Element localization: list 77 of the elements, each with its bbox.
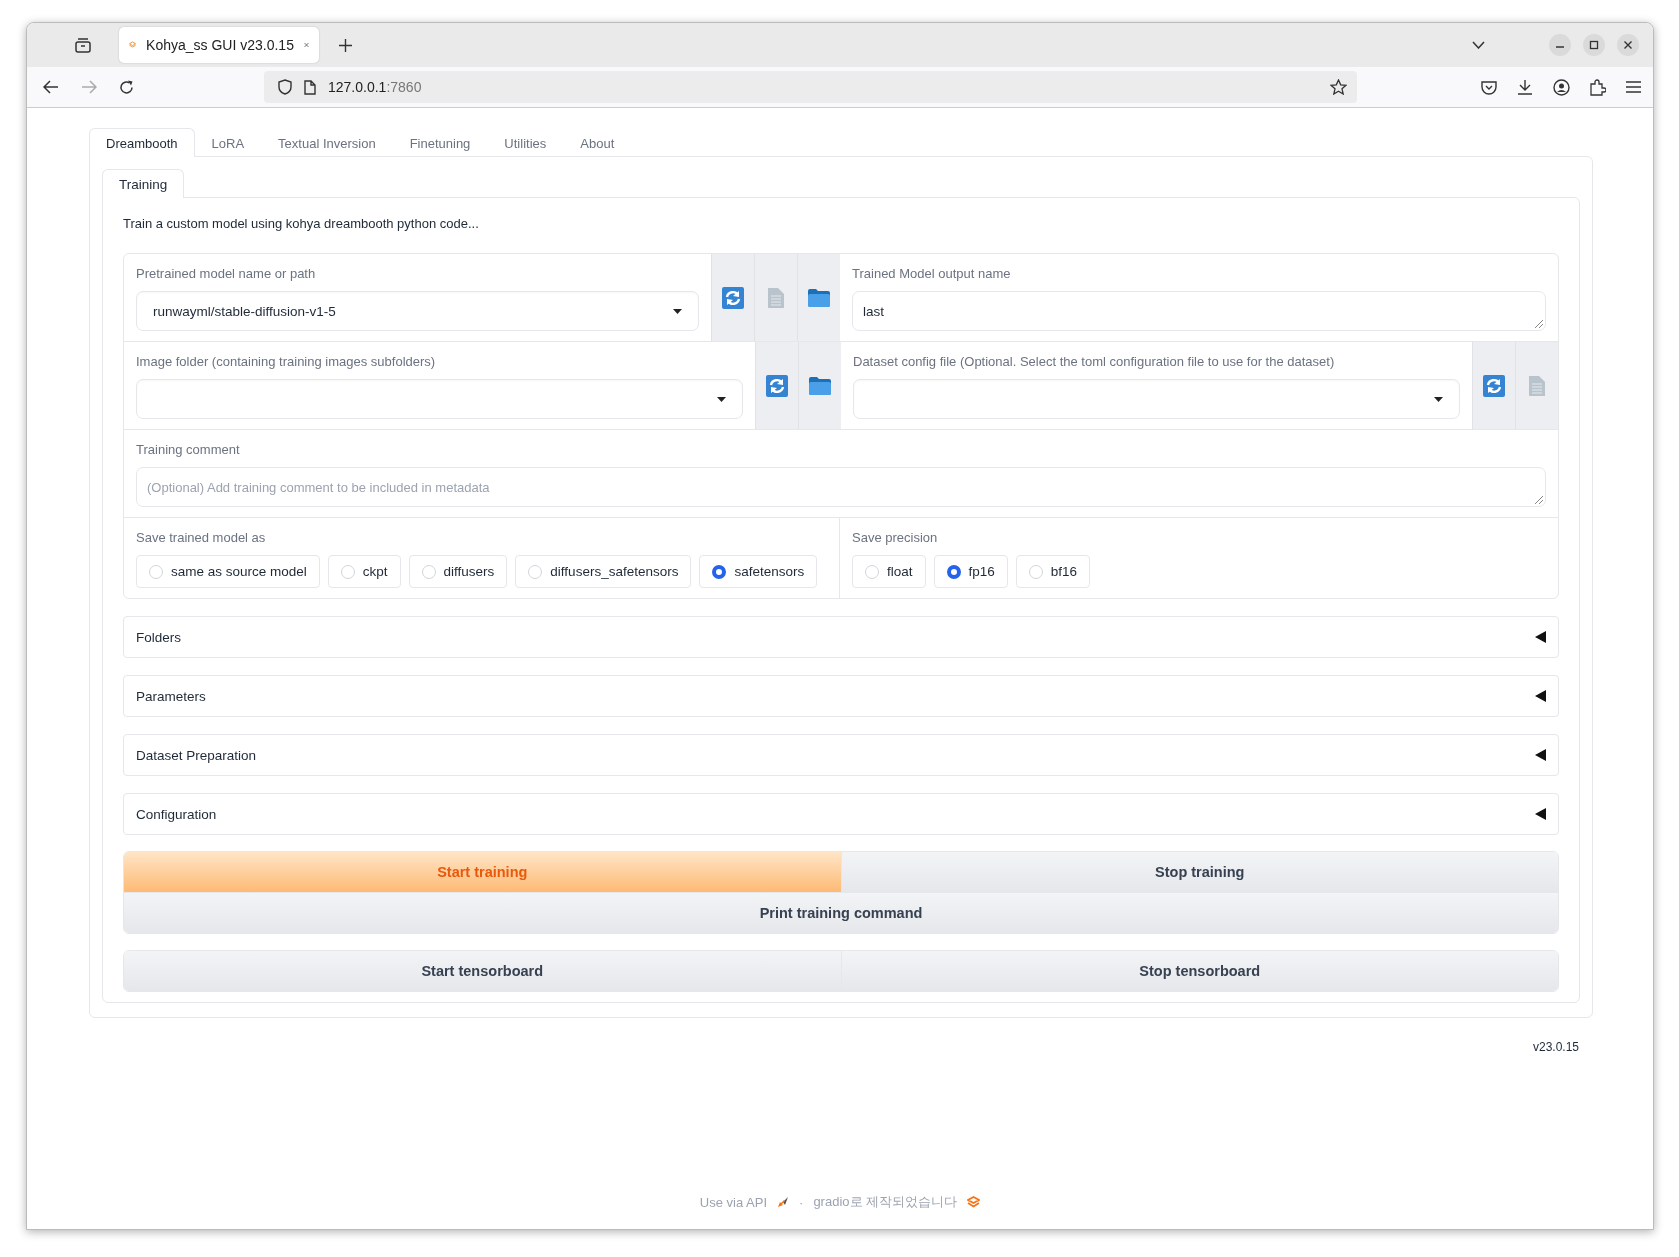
maximize-icon[interactable] — [1583, 34, 1605, 56]
radio-option[interactable]: same as source model — [136, 555, 320, 588]
field-label: Dataset config file (Optional. Select the toml configuration file to use for the dataset) — [853, 354, 1336, 369]
folder-icon — [809, 376, 831, 395]
action-button[interactable]: Stop training — [840, 852, 1558, 892]
action-button[interactable]: Print training command — [124, 893, 1558, 933]
tab[interactable]: About — [563, 128, 632, 157]
document-icon — [1528, 374, 1546, 397]
dropdown-field[interactable] — [853, 379, 1460, 419]
dropdown-field[interactable]: runwayml/stable-diffusion-v1-5 — [136, 291, 699, 331]
refresh-icon — [722, 286, 744, 309]
refresh-icon — [766, 374, 788, 397]
rocket-icon — [777, 1196, 790, 1208]
folder-button[interactable] — [798, 342, 841, 429]
separator-dot: · — [799, 1194, 804, 1210]
minimize-icon[interactable] — [1549, 34, 1571, 56]
url-port: :7860 — [386, 79, 422, 95]
radio-option[interactable]: diffusers — [408, 555, 508, 588]
back-icon[interactable] — [43, 80, 59, 94]
dropdown-caret-icon — [1434, 396, 1443, 402]
tab[interactable]: Textual Inversion — [261, 128, 393, 157]
browser-tab[interactable]: Kohya_ss GUI v23.0.15 — [119, 27, 319, 63]
bookmark-star-icon[interactable] — [1330, 79, 1347, 95]
folder-icon — [808, 288, 830, 307]
folder-button[interactable] — [797, 254, 840, 341]
refresh-button[interactable] — [711, 254, 754, 341]
accordion-header[interactable]: Parameters — [123, 675, 1559, 717]
radio-option[interactable]: float — [852, 555, 926, 588]
url-host: 127.0.0.1 — [328, 79, 387, 95]
field-label: Image folder (containing training images subfolders) — [136, 354, 437, 369]
field-label: Training comment — [136, 442, 241, 457]
radio-option[interactable]: fp16 — [933, 555, 1008, 588]
radio-option[interactable]: safetensors — [699, 555, 818, 588]
radio-group-label: Save precision — [852, 530, 939, 545]
radio-group-label: Save trained model as — [136, 530, 267, 545]
shield-icon — [278, 79, 292, 95]
tab[interactable]: LoRA — [194, 128, 262, 157]
accordion-header[interactable]: Configuration — [123, 793, 1559, 835]
accordion-header[interactable]: Folders — [123, 616, 1559, 658]
tab[interactable]: Finetuning — [392, 128, 488, 157]
refresh-button[interactable] — [1472, 342, 1515, 429]
tab-title: Kohya_ss GUI v23.0.15 — [146, 37, 294, 53]
gradio-logo-icon — [967, 1196, 981, 1208]
action-button[interactable]: Stop tensorboard — [840, 951, 1558, 991]
reload-icon[interactable] — [119, 79, 134, 95]
action-button[interactable]: Start tensorboard — [124, 951, 841, 991]
dropdown-field[interactable] — [136, 379, 743, 419]
refresh-button[interactable] — [755, 342, 798, 429]
tab[interactable]: Training — [102, 169, 185, 198]
version-text: v23.0.15 — [1531, 1040, 1579, 1054]
menu-icon[interactable] — [1626, 81, 1641, 93]
page-icon — [304, 79, 316, 95]
refresh-icon — [1483, 374, 1505, 397]
resize-handle-icon[interactable] — [1535, 320, 1543, 328]
accordion-header[interactable]: Dataset Preparation — [123, 734, 1559, 776]
resize-handle-icon[interactable] — [1535, 496, 1543, 504]
radio-option[interactable]: bf16 — [1015, 555, 1091, 588]
document-icon — [767, 286, 785, 309]
new-tab-icon[interactable] — [339, 38, 352, 52]
tab-list-chevron-icon[interactable] — [1472, 41, 1485, 49]
description-text: Train a custom model using kohya dreambooth python code... — [123, 215, 480, 233]
download-icon[interactable] — [1517, 79, 1533, 95]
tab[interactable]: Utilities — [487, 128, 564, 157]
address-bar[interactable]: 127.0.0.1:7860 — [264, 71, 1357, 103]
dropdown-caret-icon — [717, 396, 726, 402]
radio-option[interactable]: ckpt — [327, 555, 401, 588]
account-icon[interactable] — [1553, 78, 1570, 96]
dropdown-caret-icon — [673, 308, 682, 314]
tab-overview-icon[interactable] — [75, 37, 91, 53]
field-label: Trained Model output name — [852, 266, 1012, 281]
radio-option[interactable]: diffusers_safetensors — [515, 555, 692, 588]
close-icon[interactable] — [1617, 34, 1639, 56]
text-field[interactable]: last — [852, 291, 1546, 331]
tab[interactable]: Dreambooth — [89, 128, 195, 157]
puzzle-icon[interactable] — [1590, 78, 1606, 96]
field-label: Pretrained model name or path — [136, 266, 317, 281]
pocket-icon[interactable] — [1481, 79, 1497, 95]
